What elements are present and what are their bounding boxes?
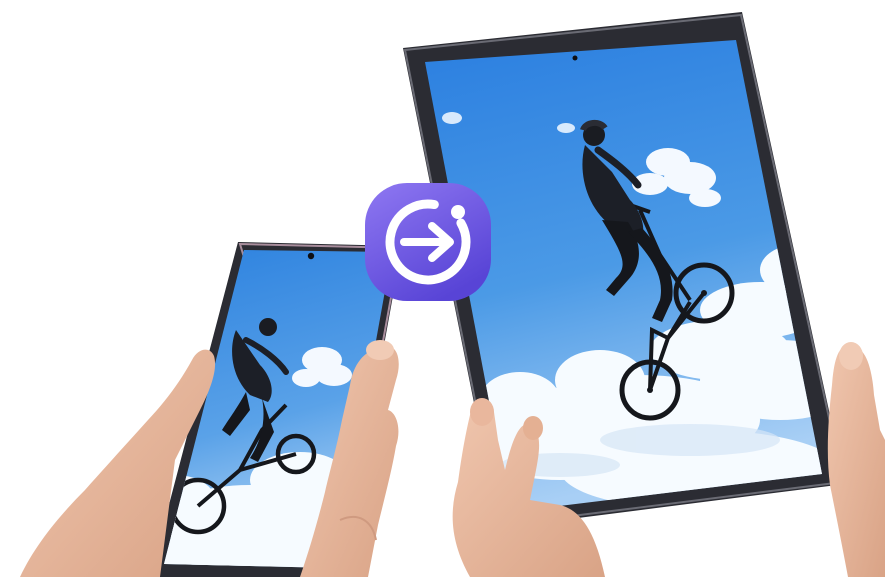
- tablet-right-hand: [827, 342, 885, 577]
- phone-camera: [307, 252, 315, 260]
- device-handoff-illustration: [20, 12, 885, 577]
- tablet-camera: [572, 55, 578, 61]
- continue-apps-icon: [365, 183, 491, 301]
- continue-apps-dot: [451, 205, 465, 219]
